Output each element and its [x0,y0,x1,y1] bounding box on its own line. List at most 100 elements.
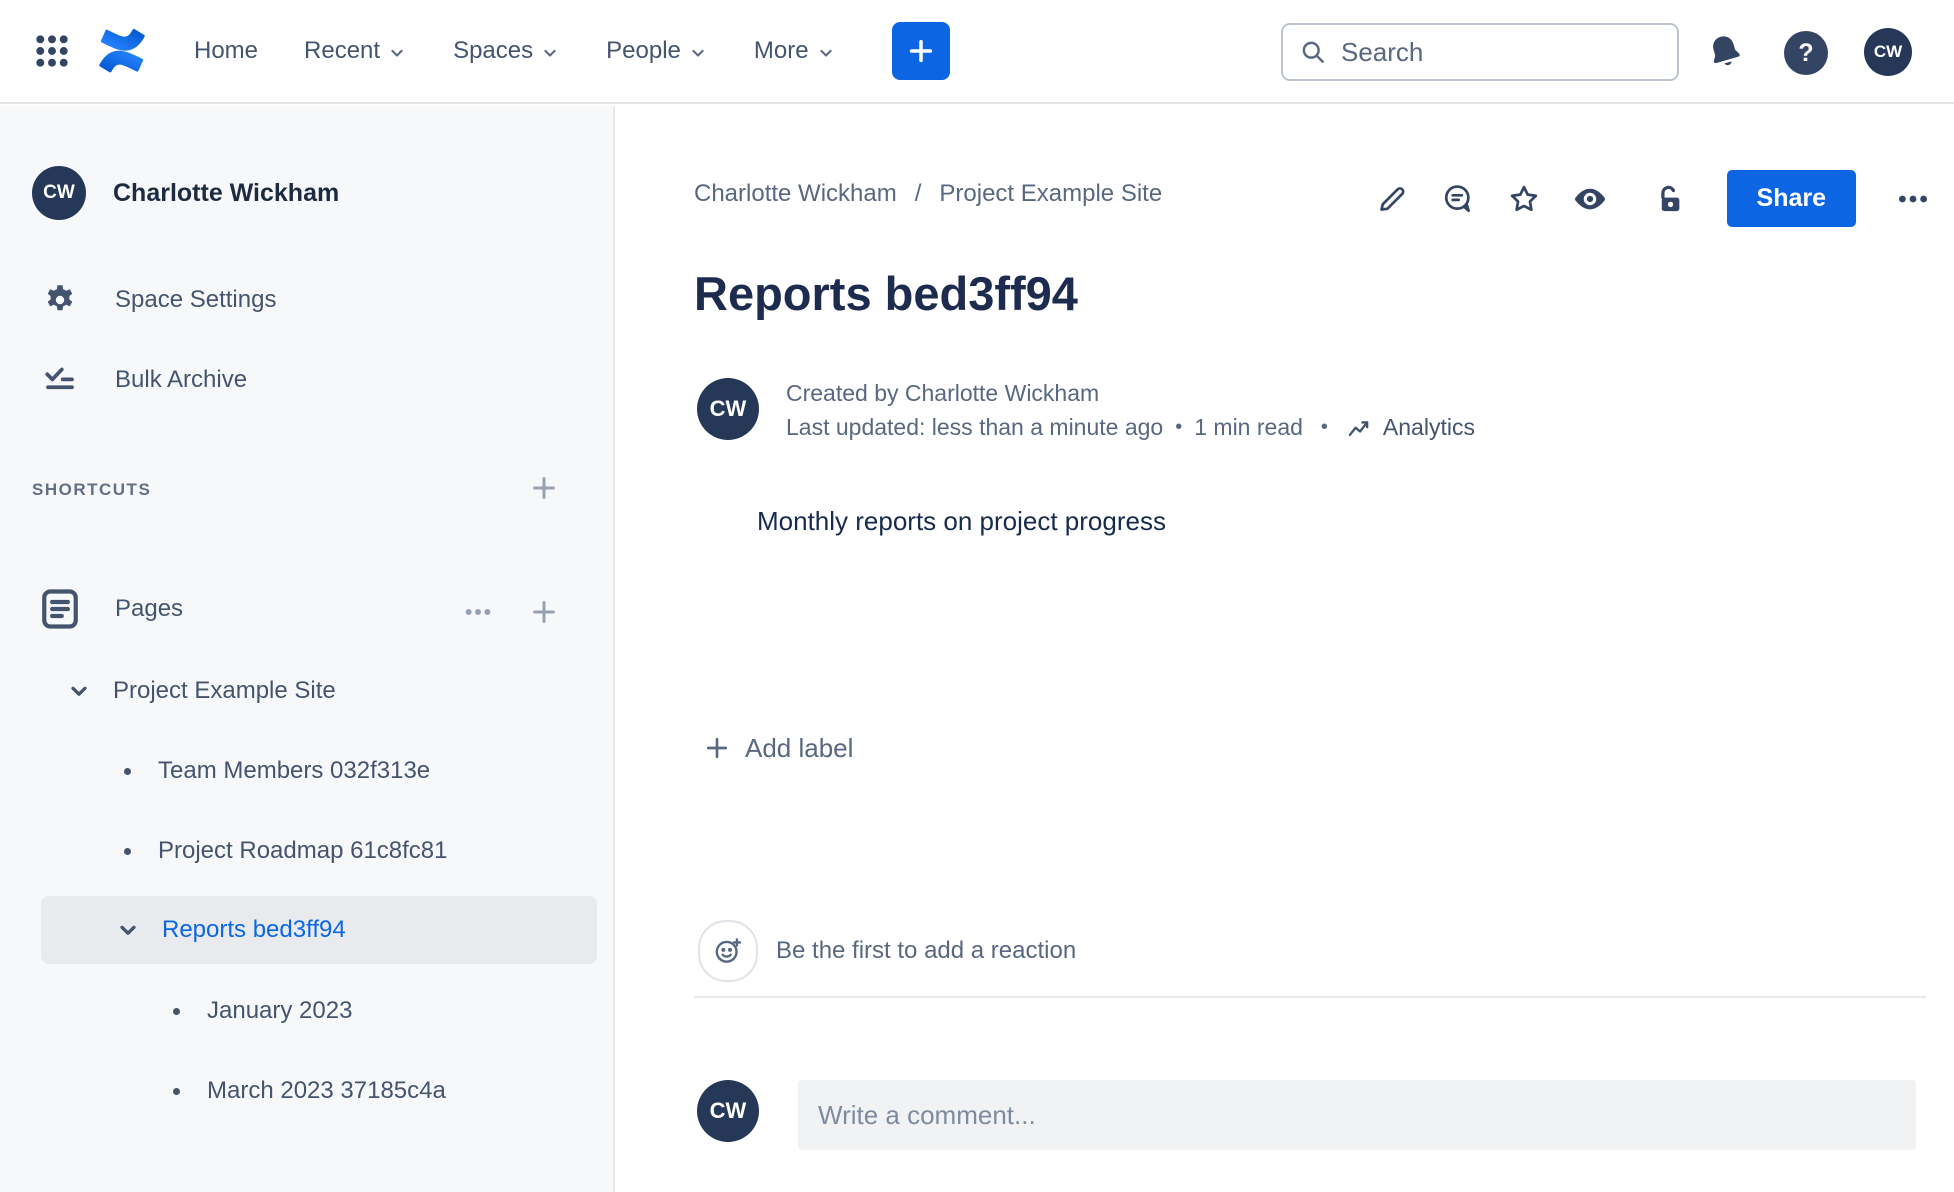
primary-nav-menu: Home Recent Spaces People More [194,37,836,65]
chevron-down-icon [816,43,836,63]
created-by-text: Created by Charlotte Wickham [786,380,1100,406]
comment-input-box[interactable] [798,1080,1916,1150]
space-avatar: CW [32,166,86,220]
chevron-down-icon [540,43,560,63]
sidebar-item-label: Bulk Archive [115,366,248,393]
confluence-logo[interactable] [98,29,146,73]
breadcrumb-parent-page[interactable]: Project Example Site [939,180,1162,208]
comment-section: CW [697,1080,1916,1150]
more-actions-icon[interactable] [1896,182,1930,216]
pages-more-menu[interactable] [462,596,494,628]
unlock-icon[interactable] [1653,182,1687,216]
bulk-archive-icon [41,361,79,399]
tree-item-project-roadmap[interactable]: Project Roadmap 61c8fc81 [124,834,448,868]
page-actions: Share [1375,170,1930,227]
top-navigation-bar: Home Recent Spaces People More Search ? … [0,0,1954,104]
chevron-down-icon[interactable] [115,917,141,943]
byline: CW Created by Charlotte Wickham Last upd… [697,378,1475,443]
tree-item-label: January 2023 [207,997,353,1024]
space-profile[interactable]: CW Charlotte Wickham [32,166,339,220]
create-button[interactable] [891,22,950,80]
chevron-down-icon [688,43,708,63]
edit-pencil-icon[interactable] [1375,182,1409,216]
created-by-line: Created by Charlotte Wickham [786,378,1475,409]
tree-item-march-2023[interactable]: March 2023 37185c4a [173,1074,446,1108]
global-search[interactable] [1281,23,1679,81]
pages-section-header[interactable]: Pages [39,586,183,632]
star-icon[interactable] [1507,182,1541,216]
meta-line: Last updated: less than a minute ago • 1… [786,412,1475,443]
tree-item-january-2023[interactable]: January 2023 [173,994,352,1028]
profile-avatar[interactable]: CW [1864,28,1912,76]
nav-item-people[interactable]: People [606,37,708,65]
nav-item-label: Spaces [453,37,534,64]
nav-item-spaces[interactable]: Spaces [453,37,560,65]
notifications-bell-icon[interactable] [1702,29,1748,75]
chevron-down-icon [387,43,407,63]
bullet-dot [124,847,131,855]
comment-bubble-icon[interactable] [1441,182,1475,216]
search-input[interactable] [1341,36,1676,68]
commenter-avatar: CW [697,1080,759,1142]
add-page-button[interactable] [528,596,560,628]
analytics-icon [1346,414,1373,441]
bullet-dot [124,767,131,775]
shortcuts-heading: SHORTCUTS [32,480,152,499]
app-grid-icon[interactable] [30,29,74,73]
watch-eye-icon[interactable] [1573,182,1607,216]
tree-item-label: March 2023 37185c4a [207,1077,446,1104]
add-shortcut-button[interactable] [528,472,560,504]
emoji-add-icon [712,935,744,967]
dot-separator: • [1320,416,1328,438]
question-mark-glyph: ? [1798,38,1814,67]
add-reaction-button[interactable] [698,920,758,982]
comment-input[interactable] [818,1099,1896,1131]
search-icon [1299,38,1327,66]
analytics-label: Analytics [1382,414,1475,440]
plus-icon [703,734,731,762]
breadcrumb: Charlotte Wickham / Project Example Site [694,180,1162,208]
plus-icon [906,36,936,66]
tree-item-label: Project Example Site [113,677,336,704]
nav-item-label: Recent [304,37,381,64]
chevron-down-icon[interactable] [66,678,92,704]
nav-item-home[interactable]: Home [194,37,258,65]
space-sidebar: CW Charlotte Wickham Space Settings Bulk… [0,106,615,1192]
breadcrumb-separator: / [914,180,922,207]
bullet-dot [173,1007,180,1015]
add-label-button[interactable]: Add label [703,728,853,768]
nav-item-label: People [606,37,681,64]
nav-item-label: Home [194,37,259,64]
space-name: Charlotte Wickham [113,178,340,207]
tree-item-project-example-site[interactable]: Project Example Site [66,674,336,708]
tree-item-reports-selected[interactable]: Reports bed3ff94 [41,896,597,964]
sidebar-item-space-settings[interactable]: Space Settings [41,281,276,319]
tree-item-label: Project Roadmap 61c8fc81 [158,837,448,864]
page-body-text: Monthly reports on project progress [757,506,1166,536]
bullet-dot [173,1087,180,1095]
help-icon[interactable]: ? [1784,31,1828,75]
add-label-text: Add label [745,732,854,763]
nav-item-label: More [753,37,809,64]
tree-item-team-members[interactable]: Team Members 032f313e [124,754,430,788]
tree-item-label: Reports bed3ff94 [162,916,346,943]
reactions-section: Be the first to add a reaction [698,920,1076,982]
breadcrumb-space[interactable]: Charlotte Wickham [694,180,897,208]
page-content: Charlotte Wickham / Project Example Site [615,106,1954,1192]
read-time-text: 1 min read [1194,414,1303,440]
last-updated-text[interactable]: Last updated: less than a minute ago [786,412,1163,443]
pages-heading-label: Pages [115,595,184,622]
dot-separator: • [1175,416,1183,438]
nav-item-more[interactable]: More [754,37,836,65]
gear-icon [41,281,79,319]
share-button[interactable]: Share [1726,170,1856,227]
sidebar-item-label: Space Settings [115,286,277,313]
reaction-prompt-text: Be the first to add a reaction [776,937,1077,964]
sidebar-item-bulk-archive[interactable]: Bulk Archive [41,361,247,399]
page-title: Reports bed3ff94 [694,267,1078,320]
analytics-link[interactable]: Analytics [1346,412,1475,443]
author-avatar[interactable]: CW [697,378,759,440]
content-divider [694,996,1926,998]
pages-icon [39,586,81,632]
nav-item-recent[interactable]: Recent [304,37,407,65]
